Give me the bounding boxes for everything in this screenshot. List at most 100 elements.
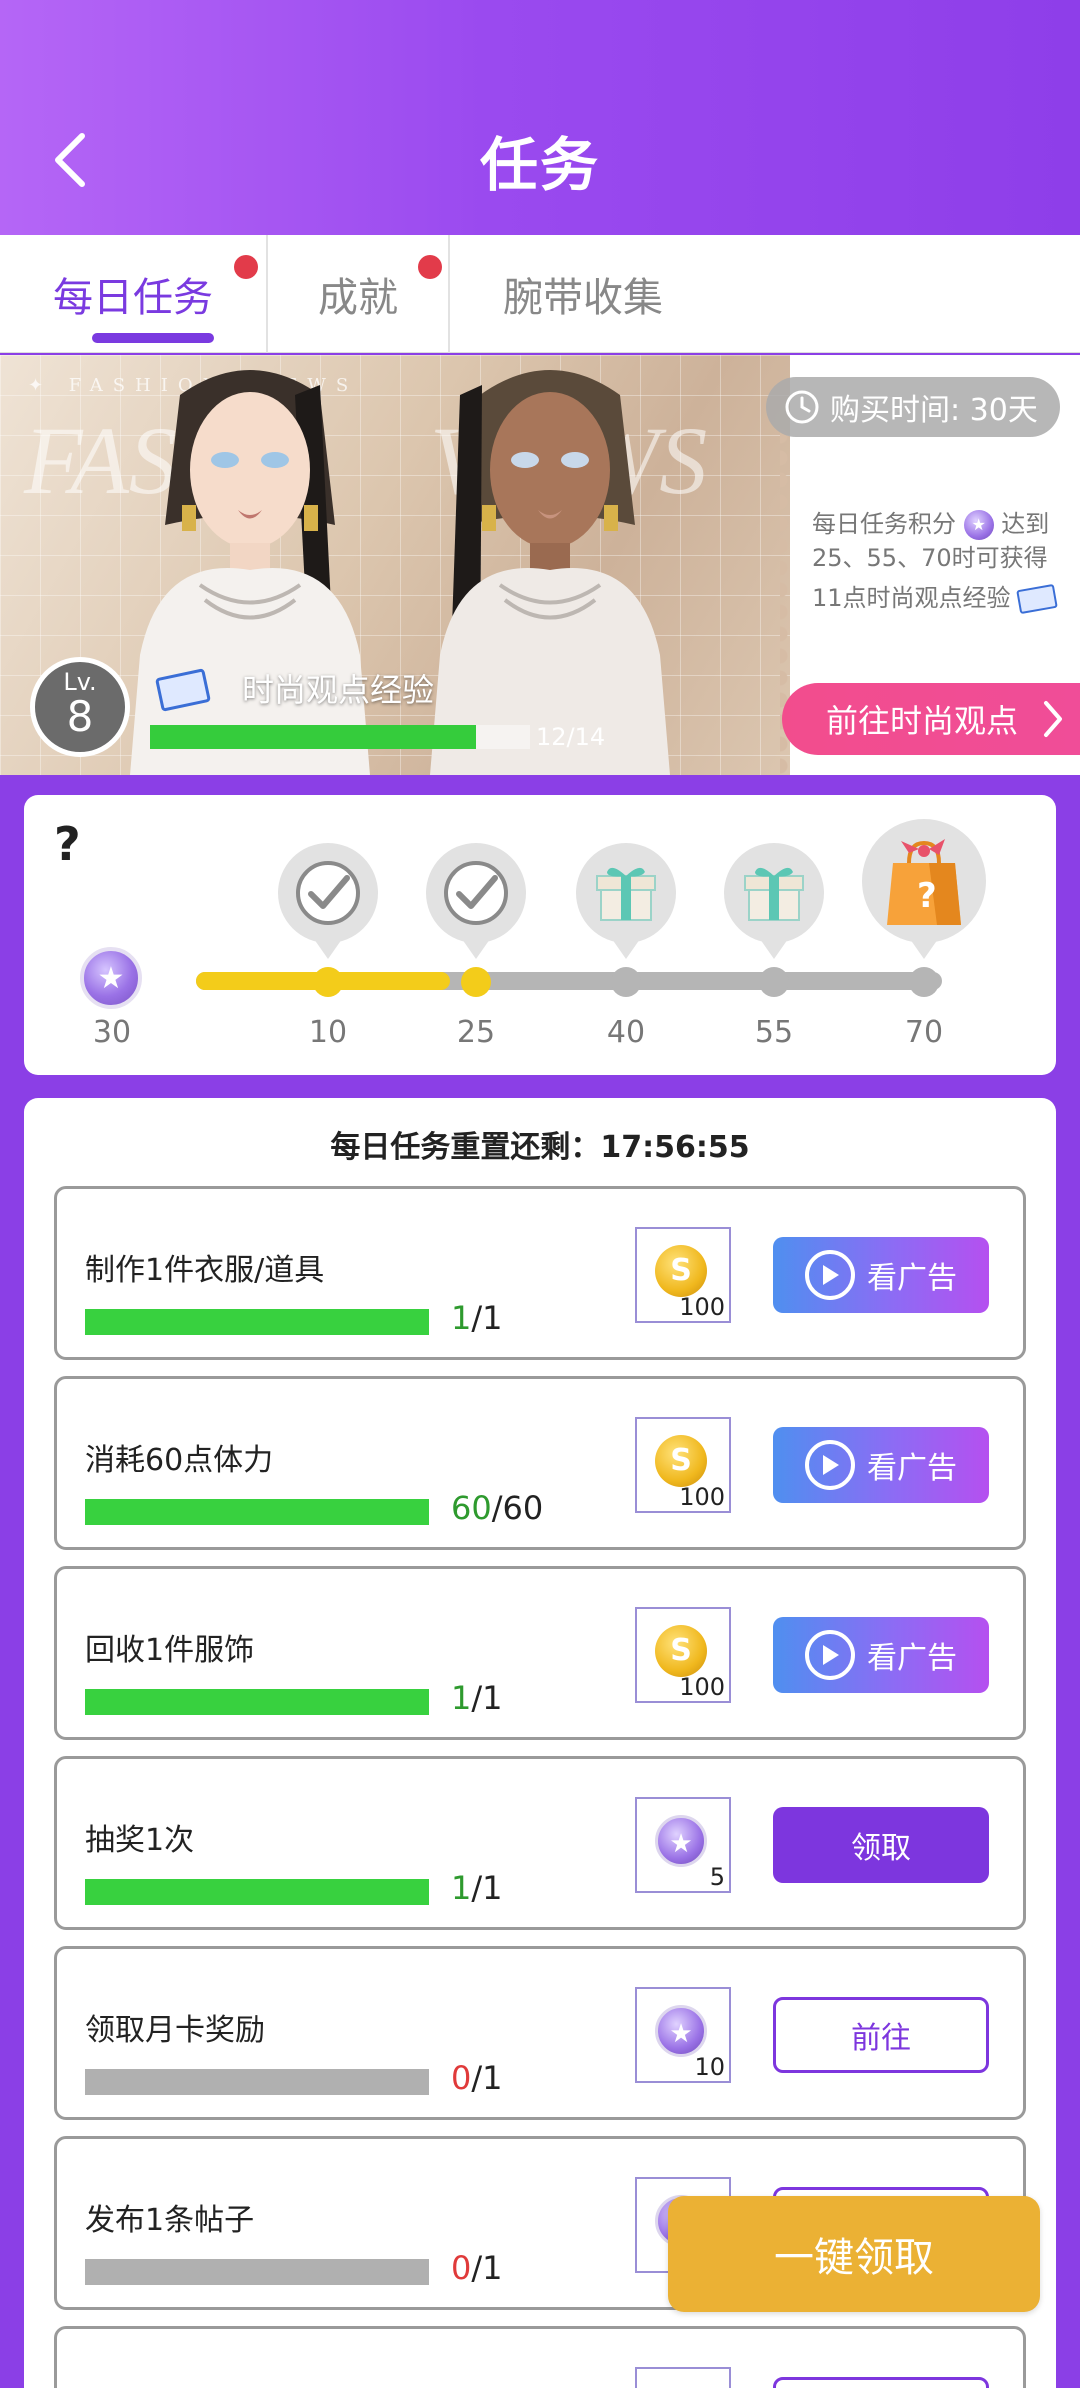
tab-bar: 每日任务 成就 腕带收集 bbox=[0, 235, 1080, 353]
watch-ad-button[interactable]: 看广告 bbox=[773, 1237, 989, 1313]
reward-description-line3: 11点时尚观点经验 bbox=[812, 581, 1058, 615]
watch-ad-label: 看广告 bbox=[867, 1451, 957, 1486]
task-progress-current: 1 bbox=[451, 1869, 472, 1907]
daily-points-panel: ? ★ 30 10 25 40 55 ? 70 bbox=[24, 795, 1056, 1075]
milestone-value: 25 bbox=[456, 1015, 496, 1050]
watch-ad-button[interactable]: 看广告 bbox=[773, 1617, 989, 1693]
reward-quantity: 100 bbox=[679, 1673, 725, 1701]
task-card: 制作1件衣服/道具 1/1 S 100 看广告 bbox=[54, 1186, 1026, 1360]
milestone-reward-10[interactable] bbox=[278, 843, 378, 943]
current-points-icon: ★ bbox=[80, 947, 142, 1009]
task-progress-fill bbox=[85, 1689, 429, 1715]
goto-label: 前往时尚观点 bbox=[826, 702, 1019, 740]
gold-coin-icon: S bbox=[655, 1435, 707, 1487]
task-progress-current: 60 bbox=[451, 1489, 492, 1527]
gold-coin-icon: S bbox=[655, 1245, 707, 1297]
milestone-reward-25[interactable] bbox=[426, 843, 526, 943]
gold-coin-icon: S bbox=[655, 1625, 707, 1677]
task-card: 领取月卡奖励 0/1 ★ 10 前往 bbox=[54, 1946, 1026, 2120]
claim-button[interactable]: 领取 bbox=[773, 1807, 989, 1883]
reward-quantity: 100 bbox=[679, 1483, 725, 1511]
task-progress-count: 0/1 bbox=[451, 2059, 503, 2097]
milestone-value: 40 bbox=[606, 1015, 646, 1050]
notification-dot bbox=[234, 255, 258, 279]
task-progress-current: 0 bbox=[451, 2059, 472, 2097]
model-illustration bbox=[130, 370, 370, 775]
task-name: 发布1条帖子 bbox=[85, 2203, 255, 2238]
task-card bbox=[54, 2326, 1026, 2388]
star-coin-icon: ★ bbox=[655, 1815, 707, 1867]
desc-text: 达到 bbox=[1001, 510, 1050, 538]
reward-quantity: 100 bbox=[679, 1293, 725, 1321]
tab-wristband-collection[interactable]: 腕带收集 bbox=[450, 235, 716, 353]
milestone-reward-70[interactable]: ? bbox=[862, 819, 986, 943]
milestone-value: 55 bbox=[754, 1015, 794, 1050]
task-progress-count: 60/60 bbox=[451, 1489, 543, 1527]
task-card: 回收1件服饰 1/1 S 100 看广告 bbox=[54, 1566, 1026, 1740]
purchase-time-text: 购买时间: 30天 bbox=[830, 393, 1038, 428]
gift-icon bbox=[596, 867, 656, 921]
goto-fashion-view-button[interactable]: 前往时尚观点 bbox=[782, 683, 1080, 755]
top-bar: 任务 bbox=[0, 0, 1080, 235]
task-progress-count: 0/1 bbox=[451, 2249, 503, 2287]
active-tab-indicator bbox=[92, 333, 214, 343]
mystery-bag-icon: ? bbox=[887, 839, 961, 925]
star-coin-icon: ★ bbox=[655, 2005, 707, 2057]
desc-text: 11点时尚观点经验 bbox=[812, 584, 1011, 612]
milestone-reward-55[interactable] bbox=[724, 843, 824, 943]
watch-ad-button[interactable]: 看广告 bbox=[773, 1427, 989, 1503]
bubble-pointer bbox=[910, 939, 938, 959]
task-card: 抽奖1次 1/1 ★ 5 领取 bbox=[54, 1756, 1026, 1930]
play-icon bbox=[805, 1250, 855, 1300]
claim-all-button[interactable]: 一键领取 bbox=[668, 2196, 1040, 2312]
task-progress-current: 1 bbox=[451, 1299, 472, 1337]
milestone-node bbox=[461, 967, 491, 997]
ticket-icon bbox=[1016, 583, 1058, 615]
star-point-icon: ★ bbox=[963, 510, 994, 540]
milestone-value: 70 bbox=[904, 1015, 944, 1050]
task-progress-fill bbox=[85, 1309, 429, 1335]
task-reward: S 100 bbox=[635, 1607, 731, 1703]
task-progress-count: 1/1 bbox=[451, 1869, 503, 1907]
level-number: 8 bbox=[66, 692, 94, 741]
reward-quantity: 5 bbox=[709, 1863, 725, 1891]
watch-ad-label: 看广告 bbox=[867, 1261, 957, 1296]
purchase-time-badge: 购买时间: 30天 bbox=[766, 377, 1060, 437]
reset-countdown: 每日任务重置还剩：17:56:55 bbox=[330, 1130, 750, 1165]
play-icon bbox=[805, 1440, 855, 1490]
milestone-reward-40[interactable] bbox=[576, 843, 676, 943]
tab-achievements[interactable]: 成就 bbox=[268, 235, 448, 353]
task-progress-fill bbox=[85, 1499, 429, 1525]
task-progress-current: 1 bbox=[451, 1679, 472, 1717]
milestone-node bbox=[759, 967, 789, 997]
go-button[interactable]: 前往 bbox=[773, 1997, 989, 2073]
task-reward: ★ 10 bbox=[635, 1987, 731, 2083]
fashion-view-banner: ✦ FASHION VIEWS FASH VIEWS bbox=[0, 355, 1080, 775]
task-progress-count: 1/1 bbox=[451, 1679, 503, 1717]
claim-all-label: 一键领取 bbox=[774, 2235, 934, 2281]
milestone-node bbox=[611, 967, 641, 997]
tab-label: 每日任务 bbox=[53, 275, 213, 321]
task-reward: S 100 bbox=[635, 1417, 731, 1513]
svg-text:?: ? bbox=[917, 876, 937, 916]
task-progress-total: /1 bbox=[471, 1869, 503, 1907]
tab-label: 腕带收集 bbox=[503, 275, 663, 321]
watch-ad-label: 看广告 bbox=[867, 1641, 957, 1676]
star-icon: ★ bbox=[80, 947, 142, 1009]
go-button[interactable] bbox=[773, 2377, 989, 2388]
level-badge: Lv. 8 bbox=[30, 657, 130, 757]
help-icon[interactable]: ? bbox=[54, 817, 81, 871]
task-name: 抽奖1次 bbox=[85, 1823, 195, 1858]
tab-label: 成就 bbox=[318, 275, 398, 321]
task-card: 消耗60点体力 60/60 S 100 看广告 bbox=[54, 1376, 1026, 1550]
model-illustration bbox=[430, 370, 670, 775]
bubble-pointer bbox=[760, 939, 788, 959]
bubble-pointer bbox=[314, 939, 342, 959]
gift-icon bbox=[744, 867, 804, 921]
bubble-pointer bbox=[612, 939, 640, 959]
reward-quantity: 10 bbox=[694, 2053, 725, 2081]
milestone-node bbox=[909, 967, 939, 997]
task-name: 领取月卡奖励 bbox=[85, 2013, 265, 2048]
task-name: 回收1件服饰 bbox=[85, 1633, 255, 1668]
check-icon bbox=[444, 861, 508, 925]
